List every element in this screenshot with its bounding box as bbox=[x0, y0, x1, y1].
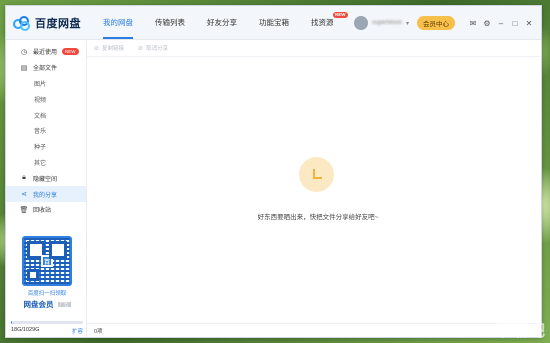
sidebar-item-my-shares[interactable]: ⋖ 我的分享 bbox=[6, 186, 86, 202]
cancel-share-label: 取消分享 bbox=[146, 46, 169, 52]
lock-icon: 🔒︎ bbox=[22, 174, 26, 182]
promo-text: 百度扫一扫领取 bbox=[27, 291, 67, 297]
app-name: 百度网盘 bbox=[35, 17, 81, 30]
cancel-share-button[interactable]: ⊘ 取消分享 bbox=[138, 44, 169, 53]
link-icon: ⊘ bbox=[94, 45, 100, 52]
tab-my-disk[interactable]: 我的网盘 bbox=[92, 6, 144, 39]
main-panel: ⊘ 复制链接 ⊘ 取消分享 好东西要晒出来，快把文件分享给好友吧~ 0项 bbox=[87, 40, 541, 337]
sidebar-item-images[interactable]: 图片 bbox=[6, 76, 86, 92]
new-badge: NEW bbox=[62, 48, 79, 56]
vip-center-button[interactable]: 会员中心 bbox=[417, 16, 455, 30]
sidebar-item-music[interactable]: 音乐 bbox=[6, 123, 86, 139]
clock-icon: ◷ bbox=[20, 48, 28, 56]
mail-icon[interactable]: ✉ bbox=[467, 19, 479, 28]
sidebar-item-videos[interactable]: 视频 bbox=[6, 91, 86, 107]
promo-vip: 网盘会员 广告 bbox=[18, 299, 76, 310]
chevron-down-icon[interactable]: ▾ bbox=[406, 20, 409, 27]
sidebar-item-hidden-space[interactable]: 🔒︎ 隐藏空间 bbox=[6, 170, 86, 186]
sidebar-item-recycle-bin[interactable]: 🗑︎ 回收站 bbox=[6, 202, 86, 218]
minimize-icon[interactable]: – bbox=[495, 19, 507, 28]
app-window: 百度网盘 我的网盘 传输列表 好友分享 功能宝箱 找资源 NEW superMo… bbox=[5, 5, 542, 338]
cancel-icon: ⊘ bbox=[138, 45, 144, 52]
sidebar-item-torrents[interactable]: 种子 bbox=[6, 139, 86, 155]
empty-message: 好东西要晒出来，快把文件分享给好友吧~ bbox=[257, 214, 379, 221]
copy-link-label: 复制链接 bbox=[102, 46, 125, 52]
storage-info: 18G/1029G 扩容 bbox=[11, 321, 83, 335]
item-count: 0项 bbox=[94, 328, 103, 335]
watermark-logo: 下载吧 bbox=[494, 323, 546, 340]
sidebar-item-label: 全部文件 bbox=[33, 66, 58, 73]
sidebar-item-other[interactable]: 其它 bbox=[6, 155, 86, 171]
file-icon: ▤ bbox=[20, 64, 28, 72]
sidebar-item-label: 回收站 bbox=[33, 208, 52, 215]
tab-transfer-list[interactable]: 传输列表 bbox=[144, 6, 196, 39]
vip-promo[interactable]: 百 百度扫一扫领取 网盘会员 广告 bbox=[18, 236, 76, 310]
title-bar: 百度网盘 我的网盘 传输列表 好友分享 功能宝箱 找资源 NEW superMo… bbox=[6, 6, 541, 40]
ad-tag: 广告 bbox=[57, 302, 71, 308]
storage-fill bbox=[11, 321, 13, 324]
sidebar-item-label: 隐藏空间 bbox=[33, 176, 58, 183]
expand-storage-link[interactable]: 扩容 bbox=[72, 327, 83, 335]
qr-code: 百 bbox=[22, 236, 72, 286]
tab-find-resources-label: 找资源 bbox=[311, 18, 334, 27]
promo-vip-label: 网盘会员 bbox=[23, 300, 54, 309]
storage-bar bbox=[11, 321, 83, 324]
empty-clock-icon bbox=[299, 157, 334, 192]
sidebar-item-all-files[interactable]: ▤ 全部文件 bbox=[6, 60, 86, 76]
main-nav: 我的网盘 传输列表 好友分享 功能宝箱 找资源 NEW bbox=[92, 6, 348, 39]
tab-toolbox[interactable]: 功能宝箱 bbox=[248, 6, 300, 39]
maximize-icon[interactable]: □ bbox=[509, 19, 521, 28]
sidebar-item-recent[interactable]: ◷ 最近使用 NEW bbox=[6, 44, 86, 60]
app-logo: 百度网盘 bbox=[6, 15, 92, 31]
sidebar-item-documents[interactable]: 文档 bbox=[6, 107, 86, 123]
close-icon[interactable]: ✕ bbox=[523, 19, 535, 28]
gear-icon[interactable]: ⚙ bbox=[481, 19, 493, 28]
new-badge: NEW bbox=[333, 12, 348, 18]
share-icon: ⋖ bbox=[21, 191, 27, 199]
cloud-logo-icon bbox=[13, 15, 31, 31]
sidebar-item-label: 我的分享 bbox=[33, 192, 58, 199]
toolbar: ⊘ 复制链接 ⊘ 取消分享 bbox=[87, 40, 541, 57]
sidebar-item-label: 最近使用 bbox=[33, 50, 58, 57]
username[interactable]: superMoon bbox=[372, 20, 402, 26]
qr-logo: 百 bbox=[41, 255, 53, 267]
copy-link-button[interactable]: ⊘ 复制链接 bbox=[94, 44, 125, 53]
storage-used: 18G/1029G bbox=[11, 327, 40, 333]
tab-find-resources[interactable]: 找资源 NEW bbox=[300, 6, 348, 39]
status-bar: 0项 bbox=[87, 323, 541, 337]
avatar[interactable] bbox=[353, 16, 368, 30]
sidebar: ◷ 最近使用 NEW ▤ 全部文件 图片 视频 文档 音乐 种子 其它 🔒︎ 隐… bbox=[6, 40, 87, 337]
tab-friend-share[interactable]: 好友分享 bbox=[196, 6, 248, 39]
trash-icon: 🗑︎ bbox=[19, 206, 29, 214]
user-area: superMoon ▾ 会员中心 ✉ ⚙ – □ ✕ bbox=[353, 6, 535, 40]
